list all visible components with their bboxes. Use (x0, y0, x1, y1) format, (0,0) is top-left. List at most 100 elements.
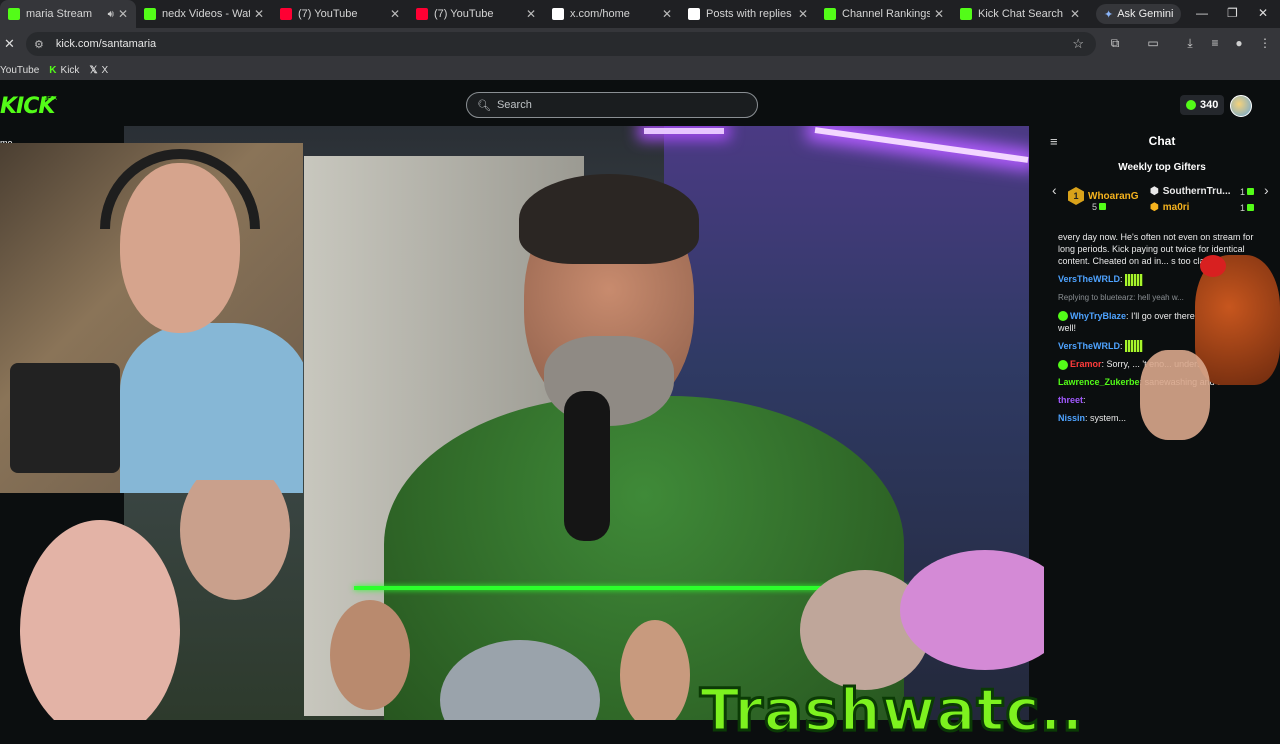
browser-tab[interactable]: (7) YouTube ✕ (408, 0, 544, 28)
search-input[interactable]: 🔍︎ Search (466, 92, 758, 118)
extensions-icon[interactable]: ⧉ (1108, 36, 1122, 50)
chat-username[interactable]: Lawrence_Zukerbe (1058, 377, 1140, 387)
kick-favicon-icon: K (49, 64, 57, 76)
tab-title: maria Stream (26, 8, 93, 20)
close-tab-icon[interactable]: ✕ (390, 7, 400, 21)
tab-favicon-icon (416, 8, 428, 20)
gifter-rank-icon: ⬢ (1150, 202, 1159, 213)
close-tab-icon[interactable]: ✕ (934, 7, 944, 21)
overlay-person-body (120, 323, 303, 493)
minimize-button[interactable]: — (1196, 6, 1208, 20)
bookmark-youtube[interactable]: YouTube (0, 65, 39, 76)
browser-tab[interactable]: Kick Chat Search ✕ (952, 0, 1088, 28)
verified-badge-icon (1058, 359, 1068, 370)
browser-tab[interactable]: Posts with replies by T ✕ (680, 0, 816, 28)
search-icon: 🔍︎ (477, 99, 491, 112)
browser-tab[interactable]: (7) YouTube ✕ (272, 0, 408, 28)
chat-username[interactable]: Nissin (1058, 413, 1085, 423)
close-tab-icon[interactable]: ✕ (254, 7, 264, 21)
tab-title: (7) YouTube (298, 8, 358, 20)
user-avatar[interactable] (1230, 95, 1252, 117)
gift-count: 1 (1240, 203, 1246, 213)
gift-icon (1247, 204, 1255, 211)
bookmark-label: X (101, 64, 109, 76)
tab-favicon-icon (144, 8, 156, 20)
gifter-3[interactable]: ⬢ ma0ri (1150, 202, 1189, 213)
tab-title: x.com/home (570, 8, 630, 20)
chat-username[interactable]: VersTheWRLD (1058, 341, 1120, 351)
collapse-chat-icon[interactable]: ≡ (1050, 134, 1058, 149)
tab-list: maria Stream🔊︎✕nedx Videos - Watch O✕(7)… (0, 0, 1088, 28)
stop-loading-icon[interactable]: ✕ (4, 36, 15, 52)
ask-gemini-label: Ask Gemini (1117, 8, 1174, 20)
tab-audio-icon[interactable]: 🔊︎ (108, 9, 114, 20)
bookmark-star-icon[interactable]: ☆ (1072, 36, 1084, 52)
close-tab-icon[interactable]: ✕ (662, 7, 672, 21)
browser-tab-strip: maria Stream🔊︎✕nedx Videos - Watch O✕(7)… (0, 0, 1280, 28)
close-tab-icon[interactable]: ✕ (1070, 7, 1080, 21)
collage-trash (440, 640, 600, 720)
tab-favicon-icon (960, 8, 972, 20)
gifter-name: ma0ri (1162, 202, 1190, 213)
download-icon[interactable]: ⤓ (1183, 36, 1197, 50)
emote-icon (1125, 340, 1144, 353)
menu-kebab-icon[interactable]: ⋮ (1258, 36, 1272, 50)
tab-title: Channel Rankings - Kic (842, 8, 930, 20)
profile-icon[interactable]: ● (1232, 36, 1246, 50)
collage-face (620, 620, 690, 720)
site-info-icon[interactable]: ⚙ (34, 38, 44, 51)
chevron-right-icon[interactable]: › (1264, 182, 1269, 198)
tab-title: Kick Chat Search (978, 8, 1063, 20)
message-text: system... (1090, 413, 1127, 424)
chevron-left-icon[interactable]: ‹ (1052, 182, 1057, 198)
gift-count: 1 (1240, 187, 1246, 197)
reply-context: Replying to bluetearz: hell yeah w... (1058, 292, 1184, 302)
gifter-count: 5 (1092, 202, 1107, 212)
speaker-image (10, 363, 120, 473)
hand-overlay (1140, 350, 1210, 440)
points-value: 340 (1200, 99, 1219, 111)
headphones-image (100, 149, 260, 229)
gifter-count: 1 (1240, 203, 1255, 213)
maximize-button[interactable]: ❐ (1227, 6, 1238, 20)
close-tab-icon[interactable]: ✕ (118, 7, 128, 21)
url-text: kick.com/santamaria (55, 38, 157, 50)
kick-points-icon (1186, 100, 1196, 110)
chat-username[interactable]: VersTheWRLD (1058, 274, 1120, 284)
emote-icon (1125, 273, 1144, 286)
overlay-banner-text: Trashwatch (699, 675, 1084, 744)
cast-icon[interactable]: ▭ (1146, 36, 1160, 50)
browser-tab[interactable]: nedx Videos - Watch O ✕ (136, 0, 272, 28)
gift-count: 5 (1092, 202, 1098, 212)
bookmarks-bar: YouTube K Kick 𝕏X (0, 60, 1280, 80)
streamer-hair (519, 174, 699, 264)
close-tab-icon[interactable]: ✕ (798, 7, 808, 21)
ask-gemini-button[interactable]: ✦ Ask Gemini (1096, 4, 1182, 24)
media-control-icon[interactable]: ≡ (1208, 36, 1222, 50)
close-tab-icon[interactable]: ✕ (526, 7, 536, 21)
chat-username[interactable]: threet (1058, 395, 1083, 405)
close-window-button[interactable]: ✕ (1258, 6, 1268, 20)
tab-title: Posts with replies by T (706, 8, 794, 20)
collage-face (180, 480, 290, 600)
gifter-name: SouthernTru... (1162, 186, 1231, 197)
collage-face (330, 600, 410, 710)
tab-favicon-icon (552, 8, 564, 20)
browser-tab[interactable]: x.com/home ✕ (544, 0, 680, 28)
address-bar[interactable]: ⚙ kick.com/santamaria ☆ (26, 32, 1096, 56)
gifters-title: Weekly top Gifters (1118, 162, 1206, 173)
bookmark-kick[interactable]: K Kick (49, 65, 79, 76)
rooster-comb (1200, 255, 1226, 277)
chat-username[interactable]: WhyTryBlaze (1070, 311, 1126, 321)
chat-username[interactable]: Eramor (1070, 359, 1102, 369)
points-badge[interactable]: 340 (1180, 95, 1225, 115)
bookmark-x[interactable]: 𝕏X (89, 65, 108, 76)
browser-tab[interactable]: maria Stream 🔊︎ ✕ (0, 0, 136, 28)
collage-face (20, 520, 180, 720)
x-favicon-icon: 𝕏 (89, 64, 98, 76)
search-placeholder: Search (496, 99, 532, 111)
browser-tab[interactable]: Channel Rankings - Kic ✕ (816, 0, 952, 28)
gifter-2[interactable]: ⬢ SouthernTru... (1150, 186, 1231, 197)
tab-title: nedx Videos - Watch O (162, 8, 250, 20)
gifter-count: 1 (1240, 187, 1255, 197)
